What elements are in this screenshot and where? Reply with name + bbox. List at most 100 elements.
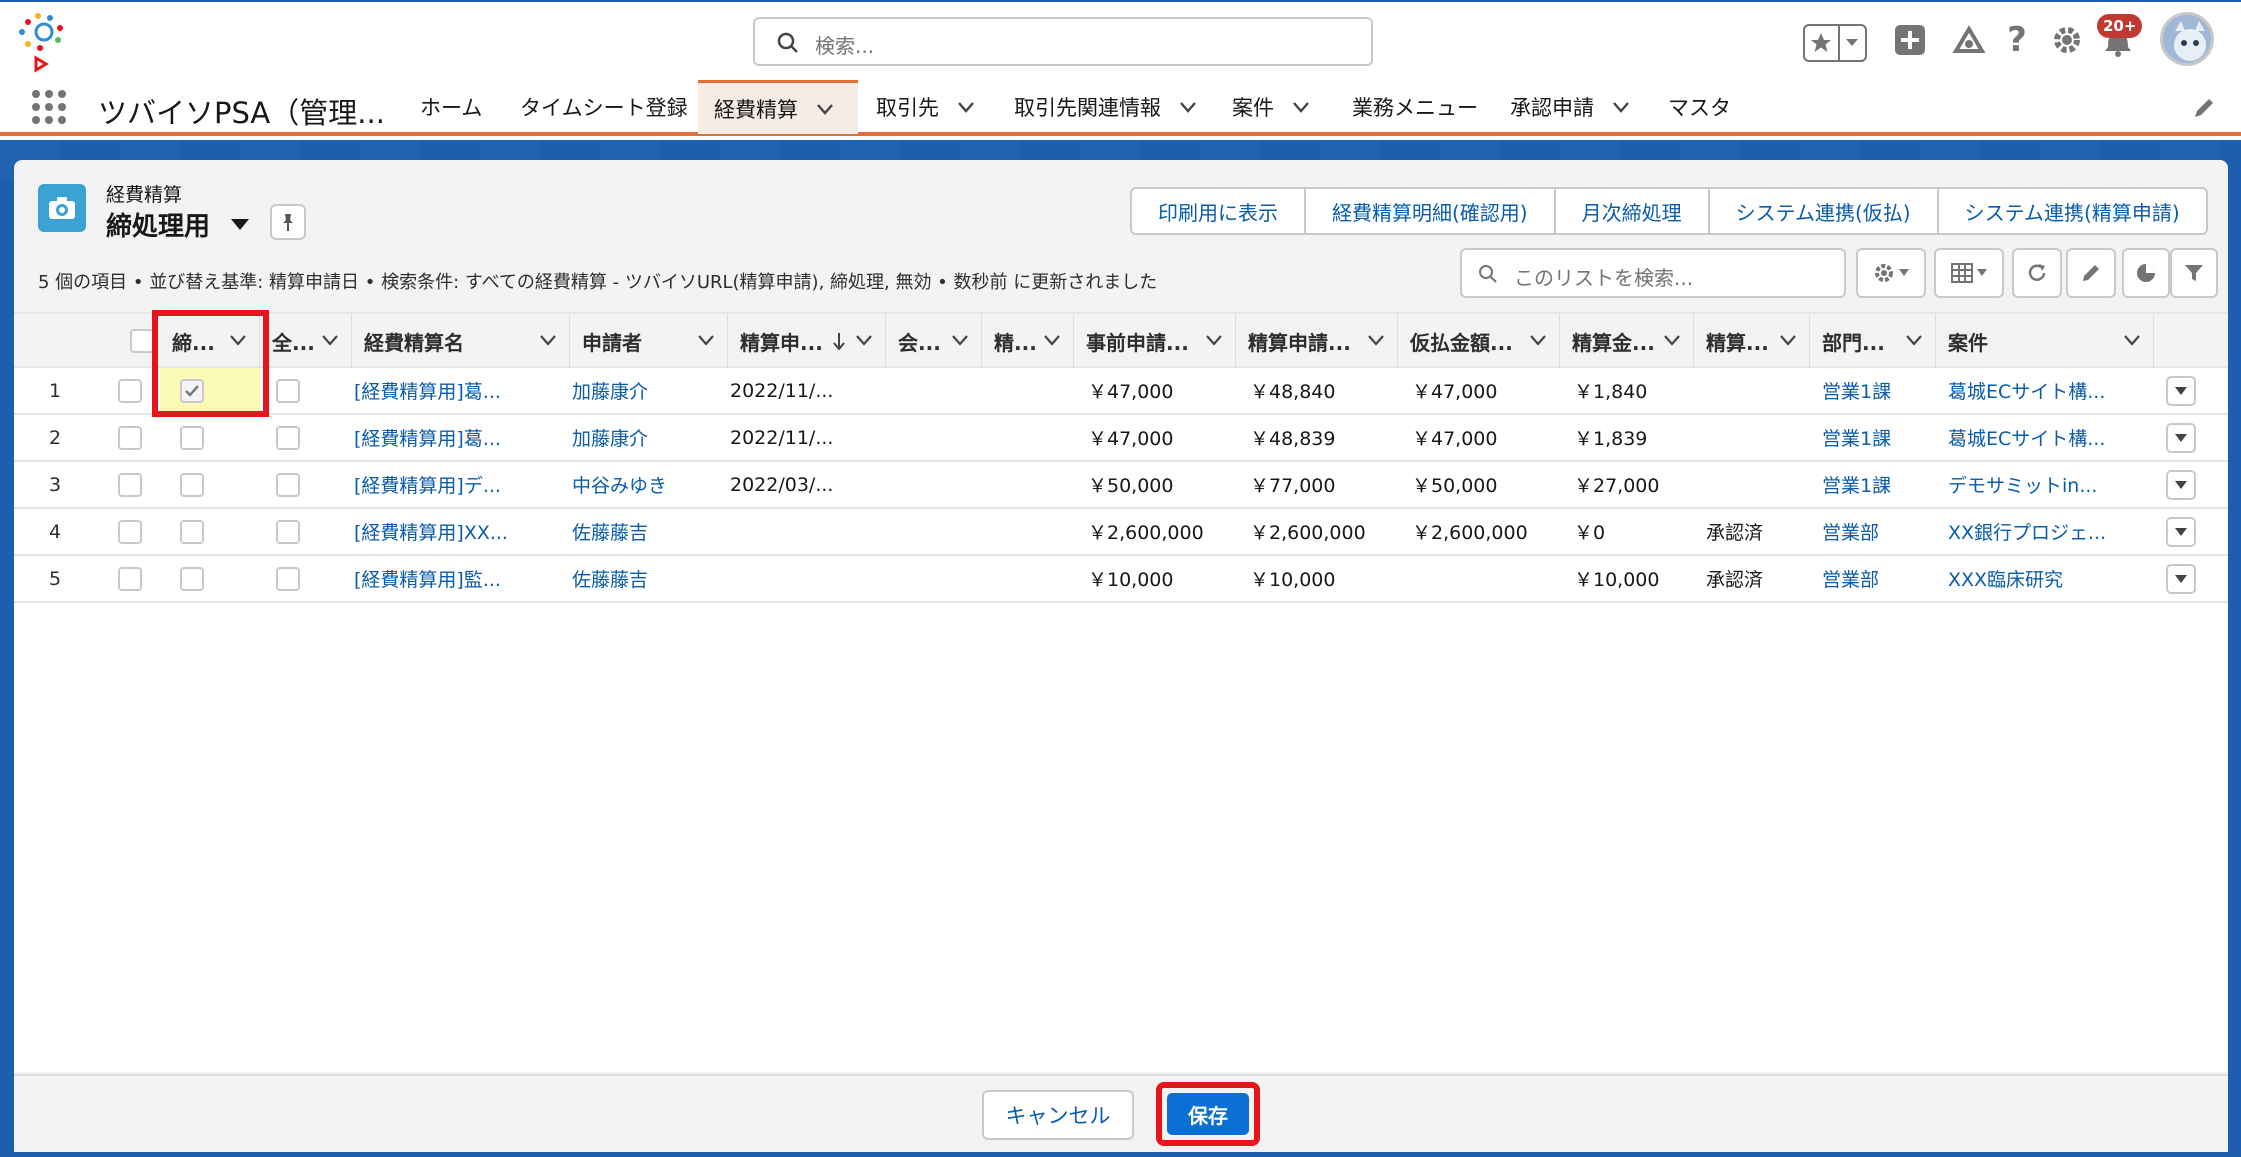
row-actions-button[interactable]: [2166, 563, 2196, 594]
favorites-button-group[interactable]: [1803, 24, 1867, 62]
app-logo-icon[interactable]: [14, 10, 76, 74]
select-all-checkbox[interactable]: [130, 329, 154, 353]
trailhead-icon[interactable]: [1950, 18, 1988, 62]
all-cell[interactable]: [260, 368, 352, 413]
column-header-department[interactable]: 部門...: [1810, 314, 1936, 368]
chevron-down-icon[interactable]: [1529, 334, 1547, 346]
applicant-link[interactable]: 加藤康介: [572, 415, 722, 460]
chevron-down-icon[interactable]: [539, 334, 557, 346]
applicant-link[interactable]: 佐藤藤吉: [572, 556, 722, 601]
expense-name-link[interactable]: [経費精算用]葛...: [354, 368, 564, 413]
row-select-cell[interactable]: [118, 368, 160, 413]
closing-cell-edited[interactable]: [160, 368, 260, 413]
project-link[interactable]: XXX臨床研究: [1948, 556, 2148, 601]
nav-item-master[interactable]: マスタ: [1652, 80, 1747, 134]
closing-checkbox[interactable]: [180, 472, 204, 497]
chevron-down-icon[interactable]: [1663, 334, 1681, 346]
nav-item-approval[interactable]: 承認申請: [1494, 80, 1646, 134]
row-actions-button[interactable]: [2166, 422, 2196, 453]
list-view-title[interactable]: 締処理用: [106, 206, 210, 243]
chevron-down-icon[interactable]: [1292, 101, 1310, 113]
column-header-applicant[interactable]: 申請者: [570, 314, 728, 368]
chevron-down-icon[interactable]: [321, 334, 339, 346]
chevron-down-icon[interactable]: [1840, 26, 1865, 60]
table-row[interactable]: 3 [経費精算用]デ... 中谷みゆき 2022/03/... ￥50,000 …: [14, 462, 2228, 509]
column-header-claim-date[interactable]: 精算申...: [728, 314, 886, 368]
department-link[interactable]: 営業部: [1822, 556, 1932, 601]
table-row[interactable]: 5 [経費精算用]監... 佐藤藤吉 ￥10,000 ￥10,000 ￥10,0…: [14, 556, 2228, 603]
department-link[interactable]: 営業部: [1822, 509, 1932, 554]
list-view-picker-chevron-icon[interactable]: [230, 218, 250, 232]
chevron-down-icon[interactable]: [1179, 101, 1197, 113]
chevron-down-icon[interactable]: [1205, 334, 1223, 346]
column-header-project[interactable]: 案件: [1936, 314, 2154, 368]
row-select-cell[interactable]: [118, 415, 160, 460]
charts-button[interactable]: [2122, 248, 2170, 298]
closing-checkbox-checked[interactable]: [180, 378, 204, 403]
column-header-settle-type[interactable]: 精...: [982, 314, 1074, 368]
chevron-down-icon[interactable]: [951, 334, 969, 346]
global-search-input[interactable]: 検索...: [753, 17, 1373, 66]
closing-checkbox[interactable]: [180, 425, 204, 450]
project-link[interactable]: 葛城ECサイト構...: [1948, 415, 2148, 460]
all-checkbox[interactable]: [276, 519, 300, 544]
row-select-cell[interactable]: [118, 462, 160, 507]
row-select-cell[interactable]: [118, 556, 160, 601]
star-icon[interactable]: [1805, 26, 1840, 60]
gear-icon[interactable]: [2050, 18, 2084, 62]
row-actions-button[interactable]: [2166, 516, 2196, 547]
column-header-advance-amount[interactable]: 仮払金額...: [1398, 314, 1560, 368]
all-checkbox[interactable]: [276, 472, 300, 497]
department-link[interactable]: 営業1課: [1822, 415, 1932, 460]
project-link[interactable]: 葛城ECサイト構...: [1948, 368, 2148, 413]
row-select-checkbox[interactable]: [118, 519, 142, 544]
column-header-settle-status[interactable]: 精算...: [1694, 314, 1810, 368]
nav-item-account-related[interactable]: 取引先関連情報: [998, 80, 1213, 134]
chevron-down-icon[interactable]: [2123, 334, 2141, 346]
system-sync-claim-button[interactable]: システム連携(精算申請): [1939, 189, 2206, 233]
expense-name-link[interactable]: [経費精算用]監...: [354, 556, 564, 601]
filter-button[interactable]: [2170, 248, 2218, 298]
all-checkbox[interactable]: [276, 425, 300, 450]
pin-button[interactable]: [270, 204, 306, 240]
all-checkbox[interactable]: [276, 378, 300, 403]
refresh-button[interactable]: [2012, 248, 2062, 298]
column-header-settle-amount[interactable]: 精算金...: [1560, 314, 1694, 368]
monthly-closing-button[interactable]: 月次締処理: [1556, 189, 1710, 233]
display-as-button[interactable]: [1934, 248, 2004, 298]
closing-checkbox[interactable]: [180, 519, 204, 544]
expense-name-link[interactable]: [経費精算用]XX...: [354, 509, 564, 554]
list-search-input[interactable]: このリストを検索...: [1460, 248, 1846, 298]
chevron-down-icon[interactable]: [957, 101, 975, 113]
expense-name-link[interactable]: [経費精算用]デ...: [354, 462, 564, 507]
project-link[interactable]: デモサミットin...: [1948, 462, 2148, 507]
closing-cell[interactable]: [160, 462, 260, 507]
applicant-link[interactable]: 佐藤藤吉: [572, 509, 722, 554]
nav-item-timesheet[interactable]: タイムシート登録: [504, 80, 704, 134]
row-select-cell[interactable]: [118, 509, 160, 554]
row-actions[interactable]: [2166, 556, 2206, 601]
expense-detail-button[interactable]: 経費精算明細(確認用): [1306, 189, 1556, 233]
all-cell[interactable]: [260, 556, 352, 601]
row-select-checkbox[interactable]: [118, 472, 142, 497]
row-actions[interactable]: [2166, 509, 2206, 554]
table-row[interactable]: 1 [経費精算用]葛... 加藤康介 2022/11/... ￥47,000 ￥…: [14, 368, 2228, 415]
save-button[interactable]: 保存: [1167, 1093, 1249, 1135]
row-actions[interactable]: [2166, 368, 2206, 413]
print-view-button[interactable]: 印刷用に表示: [1132, 189, 1306, 233]
row-select-checkbox[interactable]: [118, 378, 142, 403]
nav-item-expense[interactable]: 経費精算: [698, 80, 858, 134]
applicant-link[interactable]: 加藤康介: [572, 368, 722, 413]
chevron-down-icon[interactable]: [229, 334, 247, 346]
department-link[interactable]: 営業1課: [1822, 368, 1932, 413]
cancel-button[interactable]: キャンセル: [982, 1090, 1134, 1140]
column-header-all[interactable]: 全...: [260, 314, 352, 368]
all-cell[interactable]: [260, 415, 352, 460]
chevron-down-icon[interactable]: [697, 334, 715, 346]
project-link[interactable]: XX銀行プロジェ...: [1948, 509, 2148, 554]
chevron-down-icon[interactable]: [1612, 101, 1630, 113]
row-select-checkbox[interactable]: [118, 566, 142, 591]
all-checkbox[interactable]: [276, 566, 300, 591]
closing-cell[interactable]: [160, 509, 260, 554]
chevron-down-icon[interactable]: [816, 103, 834, 115]
